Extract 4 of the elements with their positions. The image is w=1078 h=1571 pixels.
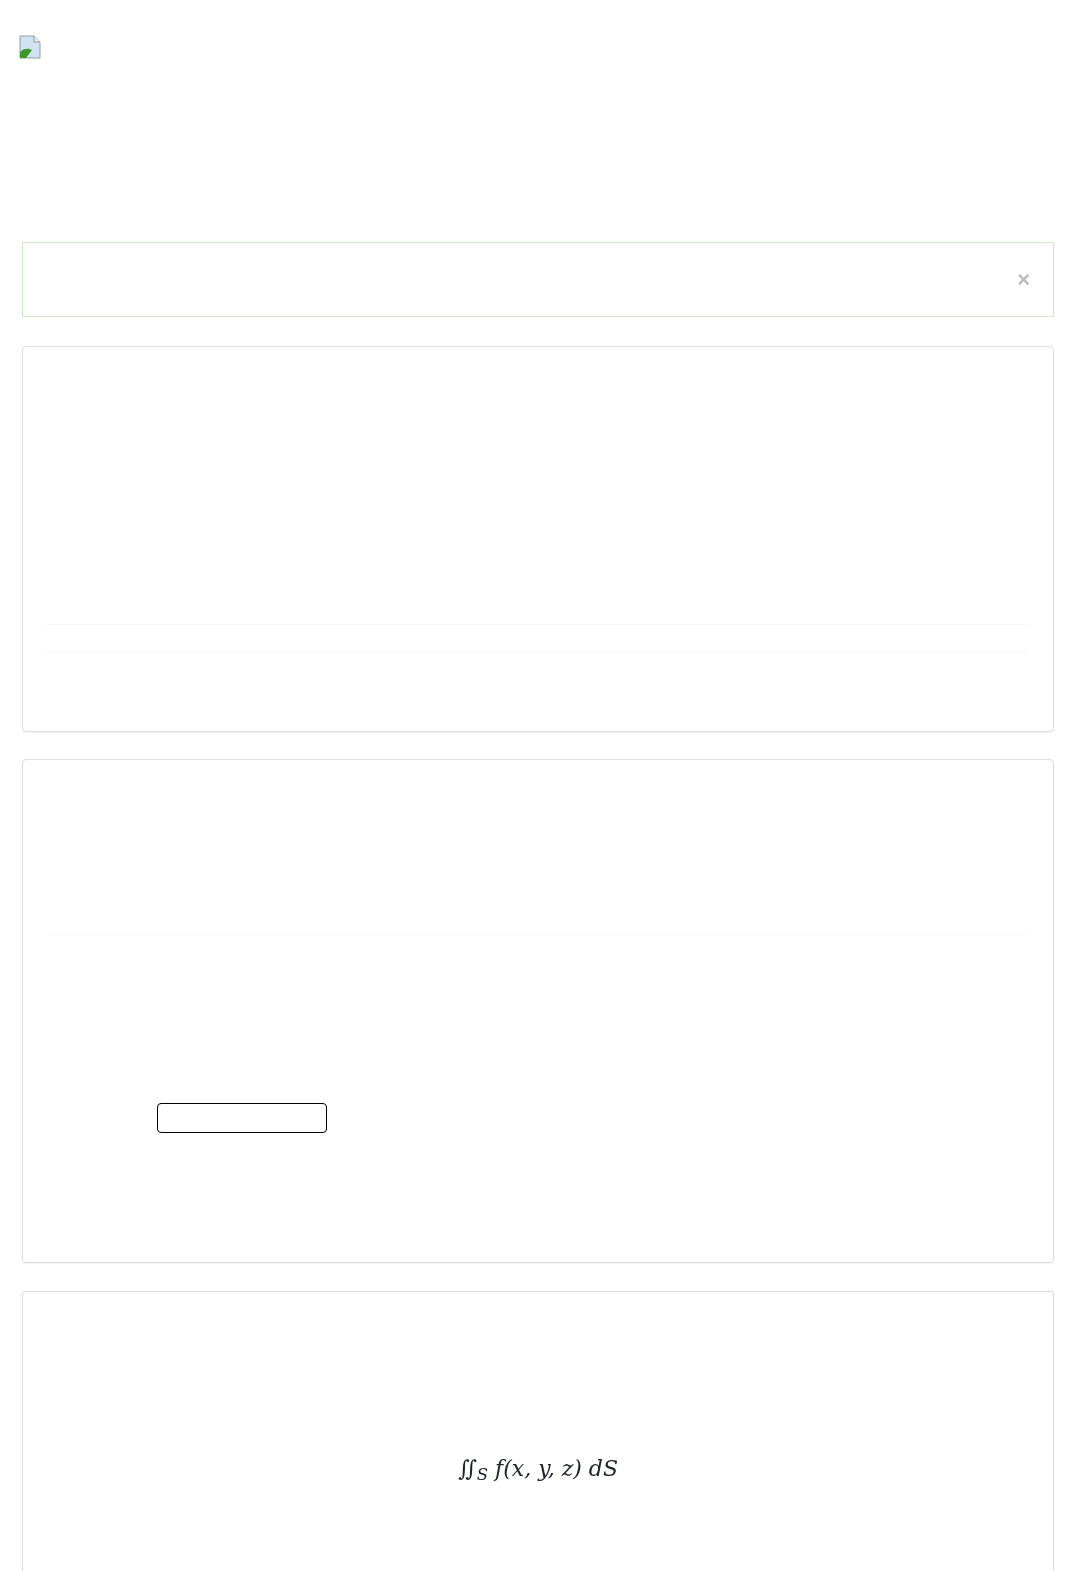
input-field[interactable] bbox=[157, 1103, 327, 1133]
close-button[interactable]: × bbox=[1017, 268, 1030, 291]
broken-image-icon bbox=[18, 35, 42, 59]
formula: ∬$_{S}$ f(x, y, z) dS bbox=[458, 1456, 618, 1481]
